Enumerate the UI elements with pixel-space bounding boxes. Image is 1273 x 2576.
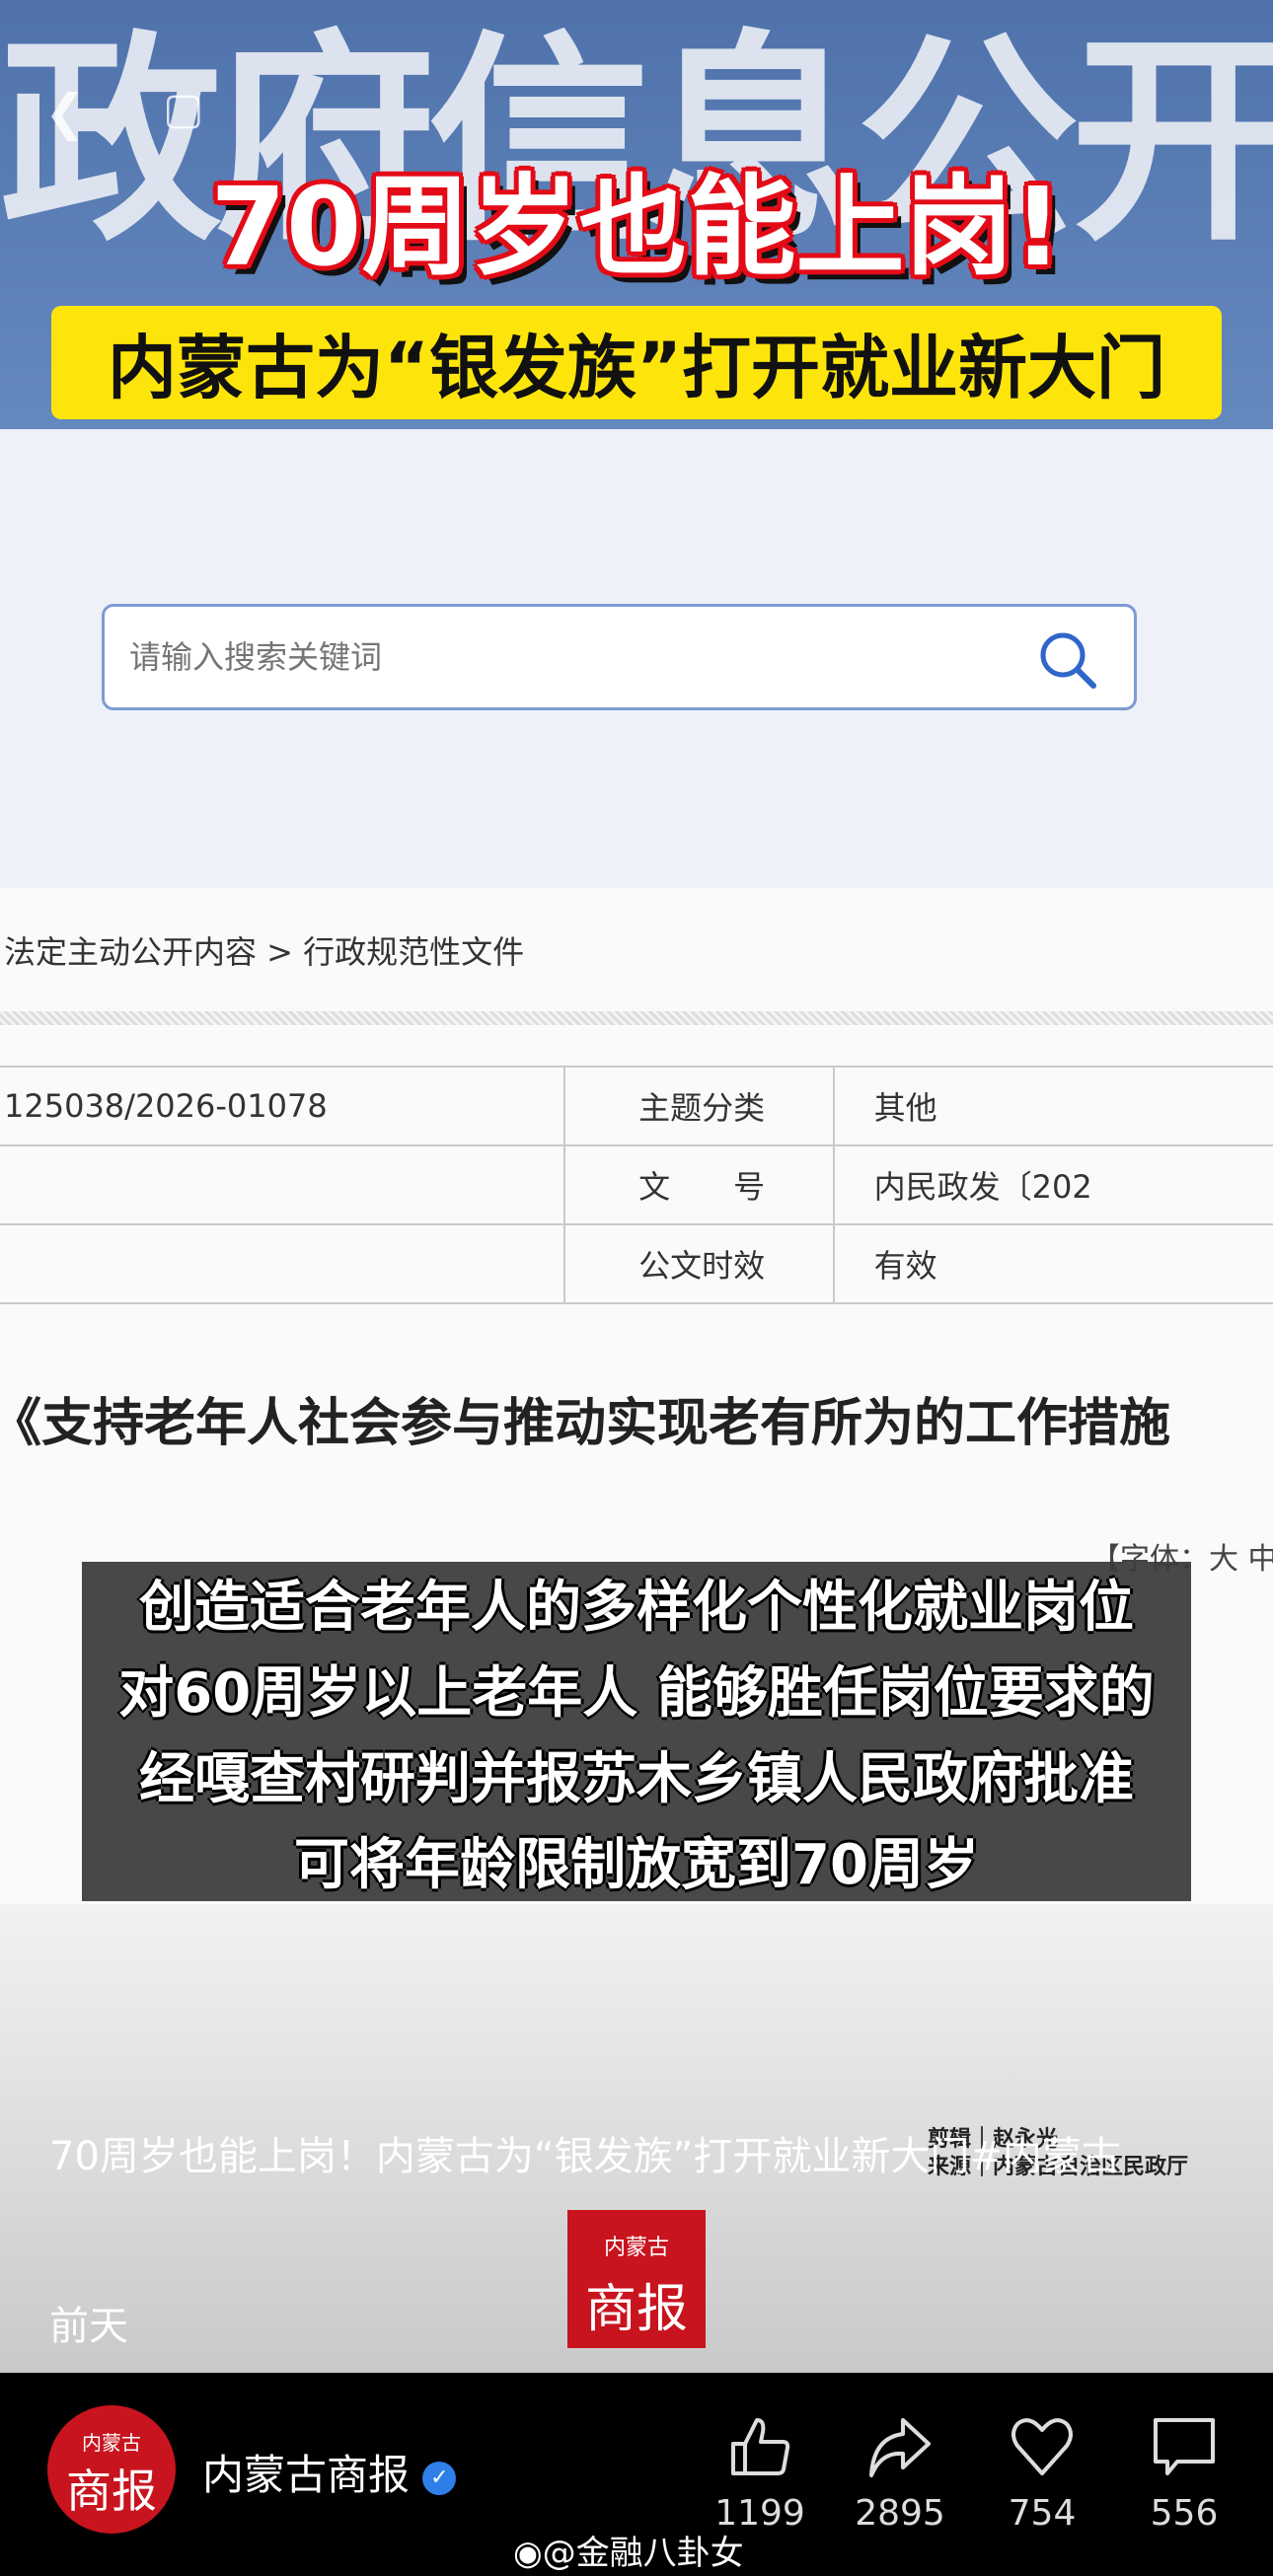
headline: 70周岁也能上岗!	[210, 164, 1063, 290]
favorite-button[interactable]: 754	[988, 2412, 1096, 2534]
back-icon[interactable]: ❮	[44, 84, 86, 141]
avatar-bottom-text: 商报	[66, 2465, 157, 2518]
subheadline: 内蒙古为“银发族”打开就业新大门	[51, 306, 1222, 419]
watermark: ◉@金融八卦女	[513, 2526, 744, 2574]
search-icon[interactable]	[1036, 628, 1099, 692]
search-input[interactable]	[129, 638, 1017, 676]
table-row: 公文时效 有效	[0, 1223, 1273, 1304]
cell-value: 内民政发〔202	[832, 1144, 1273, 1225]
like-button[interactable]: 1199	[706, 2412, 814, 2534]
subtitle-line: 可将年龄限制放宽到70周岁	[294, 1833, 979, 1897]
heart-icon	[1011, 2418, 1073, 2475]
divider	[0, 1011, 1273, 1025]
cell-value	[0, 1223, 565, 1304]
account-name[interactable]: 内蒙古商报 ✓	[202, 2442, 457, 2502]
subtitle-line: 创造适合老年人的多样化个性化就业岗位	[139, 1576, 1134, 1640]
screen-cast-icon[interactable]: ▢	[163, 84, 204, 134]
logo-bottom-text: 商报	[584, 2280, 688, 2339]
document-info-table: 125038/2026-01078 主题分类 其他 文 号内民政发〔202 公文时效…	[0, 1066, 1273, 1304]
verified-icon: ✓	[422, 2461, 457, 2495]
cell-label: 文 号	[562, 1144, 835, 1225]
cell-label: 主题分类	[562, 1066, 835, 1146]
comment-count: 556	[1150, 2493, 1219, 2534]
search-box[interactable]	[102, 604, 1137, 710]
share-count: 2895	[855, 2493, 945, 2534]
subtitle-line: 经嘎查村研判并报苏木乡镇人民政府批准	[139, 1747, 1134, 1811]
avatar-top-text: 内蒙古	[82, 2431, 141, 2455]
comment-icon	[1154, 2418, 1215, 2475]
cell-value: 有效	[832, 1223, 1273, 1304]
subtitle-line: 对60周岁以上老年人 能够胜任岗位要求的	[118, 1661, 1155, 1726]
cell-value: 其他	[832, 1066, 1273, 1146]
comment-button[interactable]: 556	[1130, 2412, 1238, 2534]
favorite-count: 754	[1008, 2493, 1077, 2534]
subtitle-overlay: 创造适合老年人的多样化个性化就业岗位 对60周岁以上老年人 能够胜任岗位要求的 …	[82, 1562, 1191, 1901]
logo-top-text: 内蒙古	[603, 2236, 669, 2260]
index-number: 125038/2026-01078	[0, 1066, 565, 1146]
share-button[interactable]: 2895	[846, 2412, 954, 2534]
weibo-icon: ◉	[513, 2534, 543, 2573]
table-row: 125038/2026-01078 主题分类 其他	[0, 1066, 1273, 1146]
cell-value	[0, 1144, 565, 1225]
thumbs-up-icon	[731, 2418, 790, 2475]
post-caption[interactable]: 70周岁也能上岗！内蒙古为“银发族”打开就业新大门#内蒙古	[49, 2121, 1234, 2192]
post-time: 前天	[49, 2304, 128, 2349]
document-title: 《支持老年人社会参与推动实现老有所为的工作措施	[0, 1394, 1171, 1453]
breadcrumb[interactable]: 法定主动公开内容 > 行政规范性文件	[4, 927, 524, 973]
brand-logo: 内蒙古 商报	[567, 2210, 706, 2348]
watermark-text: @金融八卦女	[542, 2534, 744, 2573]
cell-label: 公文时效	[562, 1223, 835, 1304]
avatar[interactable]: 内蒙古 商报	[47, 2405, 176, 2534]
share-icon	[869, 2418, 931, 2477]
table-row: 文 号内民政发〔202	[0, 1144, 1273, 1225]
account-name-text: 内蒙古商报	[202, 2451, 411, 2499]
